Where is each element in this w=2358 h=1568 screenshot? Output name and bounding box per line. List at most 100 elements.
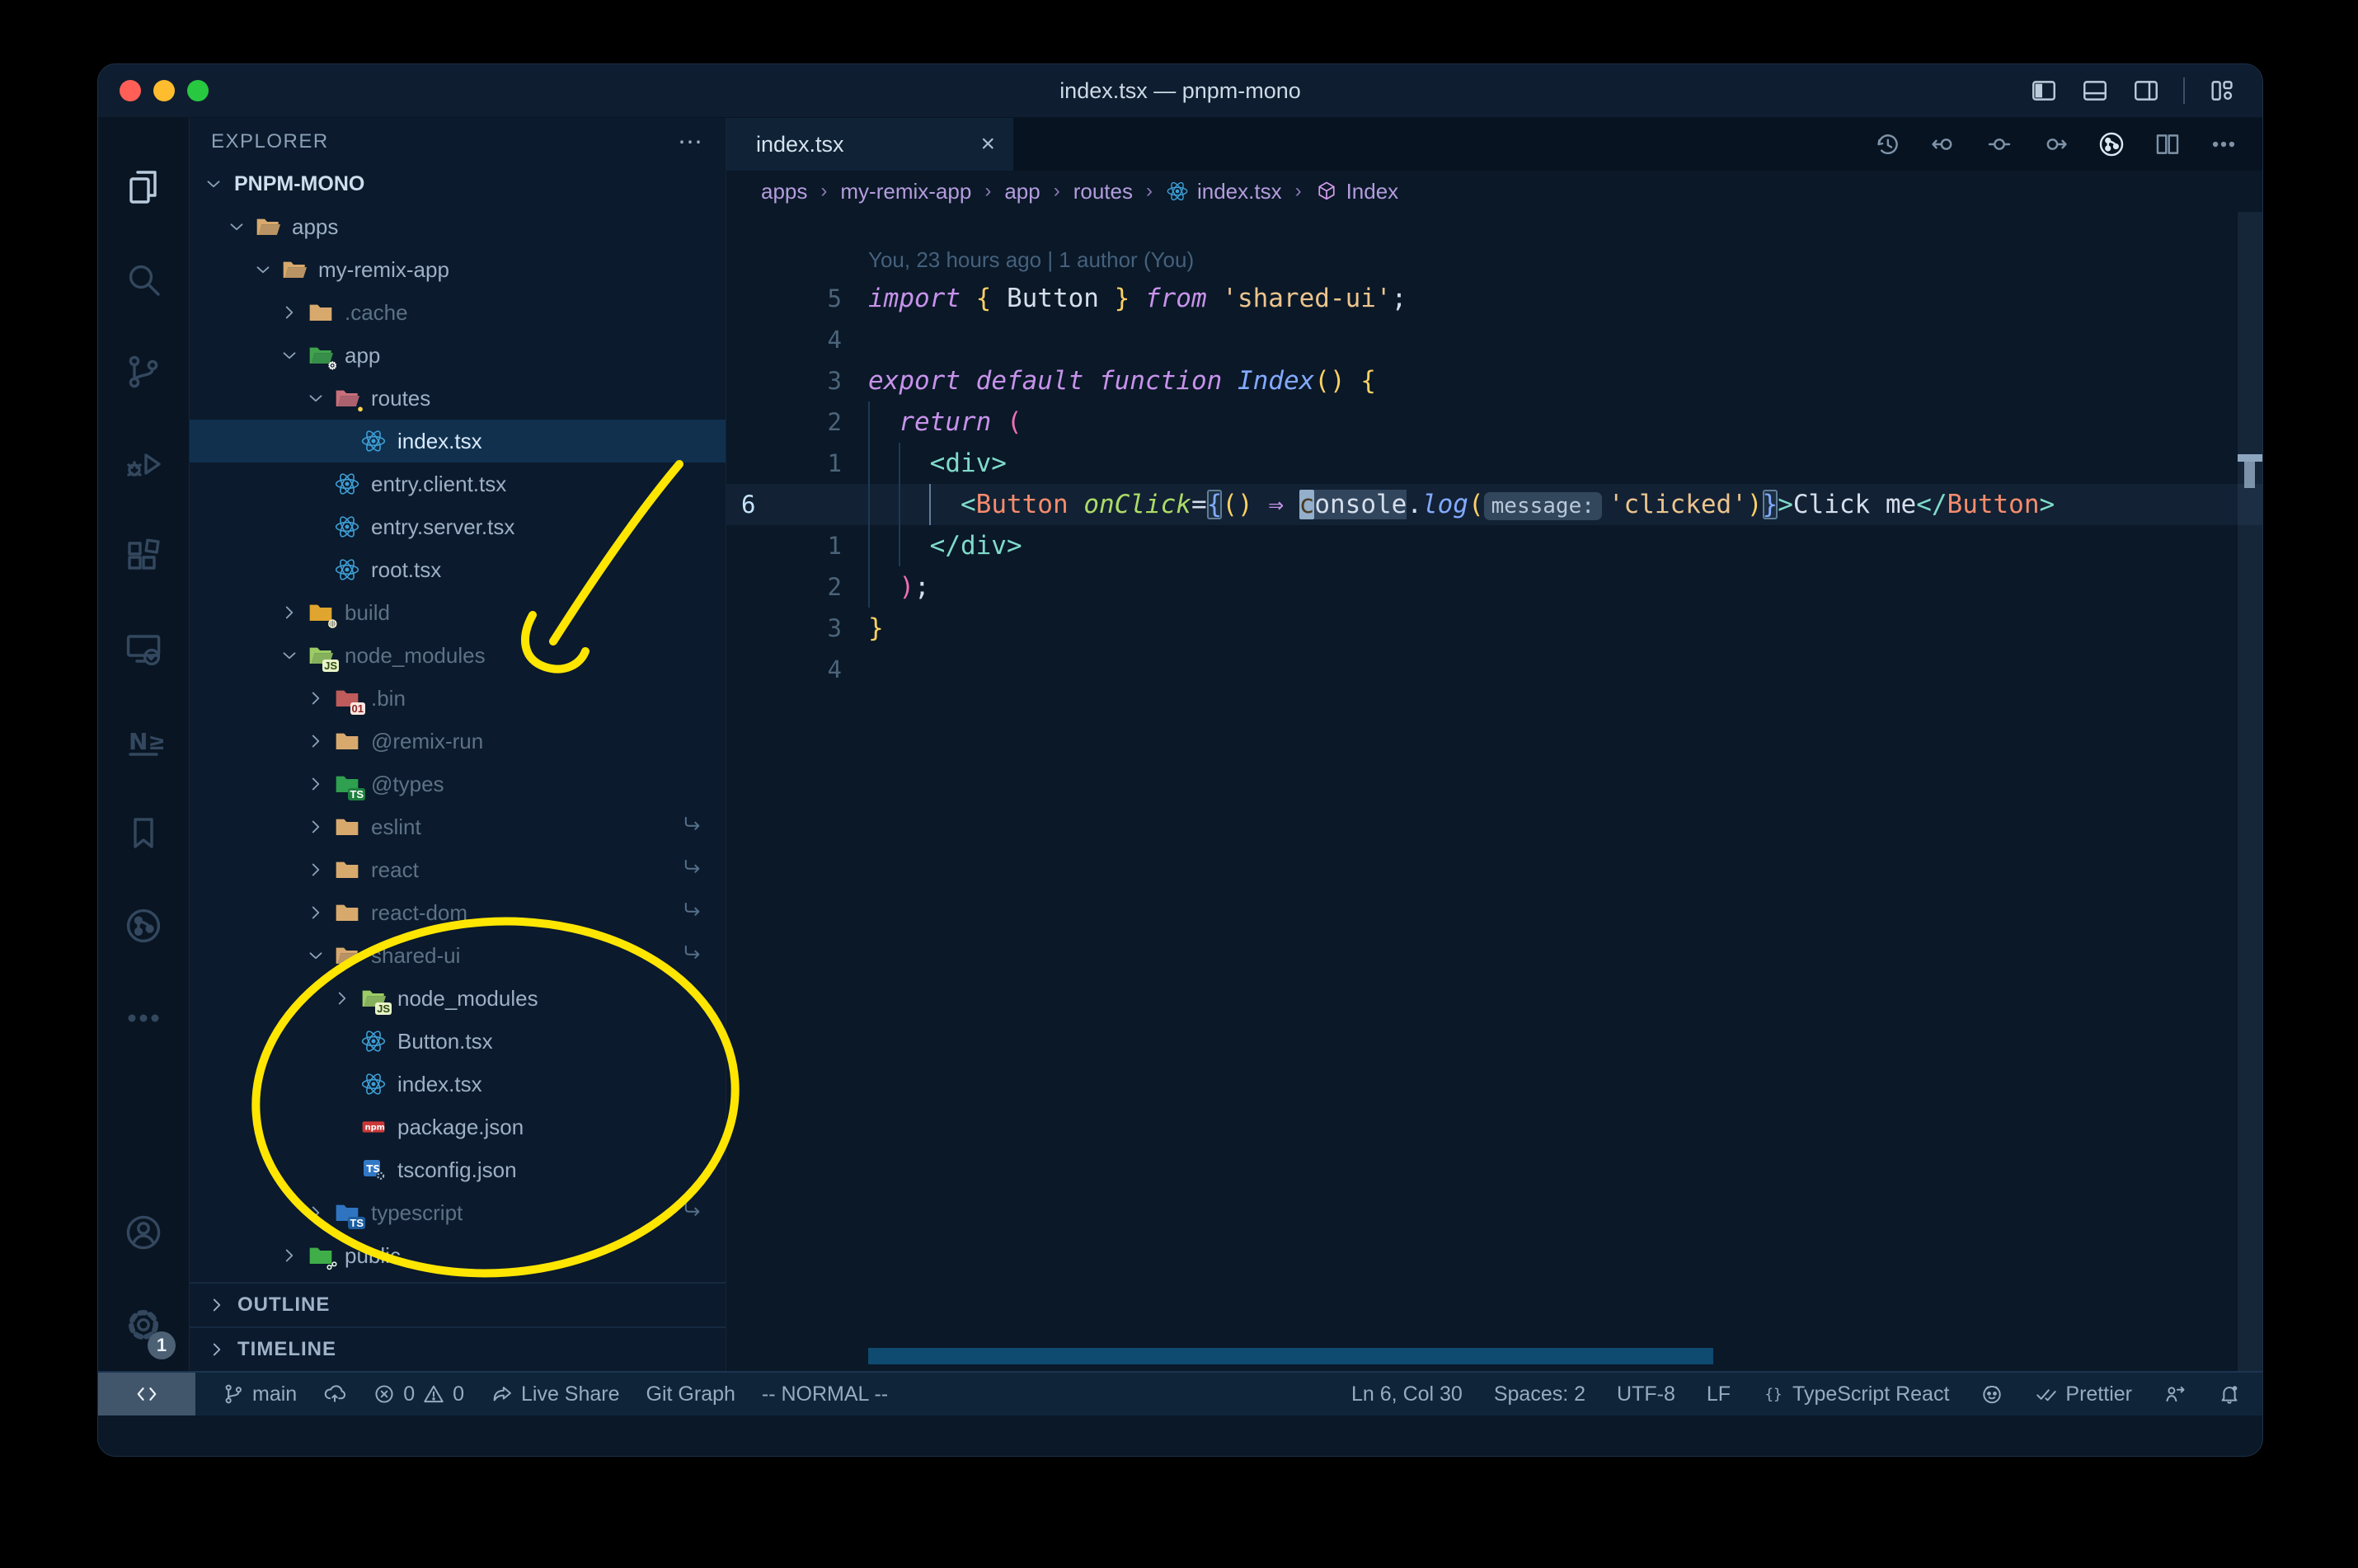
horizontal-scrollbar[interactable]	[868, 1348, 1713, 1364]
tree-item-Button.tsx[interactable]: Button.tsx	[190, 1020, 726, 1063]
status-publish[interactable]	[323, 1383, 346, 1406]
code-line-2[interactable]: 3 export default function Index() {	[726, 360, 2262, 401]
customize-layout-icon[interactable]	[2208, 77, 2236, 105]
code-line-6[interactable]: 1 </div>	[726, 525, 2262, 566]
code-line-current-5[interactable]: 6 <Button onClick={() ⇒ console.log(mess…	[726, 484, 2262, 525]
breadcrumb-item-index.tsx[interactable]: index.tsx	[1166, 179, 1282, 204]
symbol-module-icon	[1315, 180, 1338, 203]
timeline-panel-header[interactable]: TIMELINE	[190, 1326, 726, 1371]
activity-item-remote-explorer[interactable]	[98, 603, 189, 695]
status-copilot[interactable]	[1980, 1383, 2003, 1406]
code-line-4[interactable]: 1 <div>	[726, 443, 2262, 484]
activity-item-more[interactable]	[98, 972, 189, 1064]
tree-item-react[interactable]: react	[190, 848, 726, 891]
tree-item-label: entry.client.tsx	[371, 471, 507, 496]
status-git-graph[interactable]: Git Graph	[646, 1383, 735, 1406]
tree-item-apps[interactable]: apps	[190, 205, 726, 248]
activity-item-accounts[interactable]	[98, 1186, 189, 1279]
tree-item-index.tsx[interactable]: index.tsx	[190, 1063, 726, 1106]
history-icon[interactable]	[1873, 130, 1901, 158]
breadcrumb-item-apps[interactable]: apps	[761, 179, 807, 204]
breadcrumb-item-Index[interactable]: Index	[1315, 179, 1398, 204]
status-problems[interactable]: 00	[373, 1383, 464, 1406]
toggle-sidebar-right-icon[interactable]	[2132, 77, 2160, 105]
breadcrumb-item-routes[interactable]: routes	[1073, 179, 1133, 204]
tree-item-.cache[interactable]: .cache	[190, 291, 726, 334]
center-change-icon[interactable]	[1985, 130, 2013, 158]
tree-item-.bin[interactable]: 01 .bin	[190, 677, 726, 720]
git-graph-action-icon[interactable]	[2097, 130, 2125, 158]
status-indentation[interactable]: Spaces: 2	[1494, 1383, 1585, 1406]
tree-item-entry.server.tsx[interactable]: entry.server.tsx	[190, 505, 726, 548]
tree-item-index.tsx[interactable]: index.tsx	[190, 420, 726, 462]
tree-item-tsconfig.json[interactable]: TS tsconfig.json	[190, 1148, 726, 1191]
activity-item-explorer[interactable]	[98, 141, 189, 233]
activity-item-run-debug[interactable]	[98, 418, 189, 510]
code-editor[interactable]: You, 23 hours ago | 1 author (You) 5 impo…	[726, 212, 2262, 1371]
activity-item-source-control[interactable]	[98, 326, 189, 418]
toggle-panel-icon[interactable]	[2081, 77, 2109, 105]
activity-item-git-graph[interactable]	[98, 880, 189, 972]
tree-item-typescript[interactable]: TS typescript	[190, 1191, 726, 1234]
tree-item-label: @types	[371, 771, 444, 796]
status-eol[interactable]: LF	[1707, 1383, 1731, 1406]
tree-item-node_modules[interactable]: JS node_modules	[190, 634, 726, 677]
status-vim-mode[interactable]: -- NORMAL --	[762, 1383, 888, 1406]
outline-panel-header[interactable]: OUTLINE	[190, 1282, 726, 1326]
activity-item-settings[interactable]: 1	[98, 1279, 189, 1371]
split-editor-icon[interactable]	[2154, 130, 2182, 158]
zoom-window-button[interactable]	[187, 80, 209, 101]
status-encoding[interactable]: UTF-8	[1617, 1383, 1675, 1406]
code-line-3[interactable]: 2 return (	[726, 401, 2262, 443]
tree-item-react-dom[interactable]: react-dom	[190, 891, 726, 934]
tab-index-tsx[interactable]: index.tsx ×	[726, 118, 1013, 171]
indent-guide-active	[929, 484, 931, 525]
code-line-8[interactable]: 3}	[726, 608, 2262, 649]
status-prettier[interactable]: Prettier	[2035, 1383, 2132, 1406]
tree-item-app[interactable]: ⚙ app	[190, 334, 726, 377]
status-live-share[interactable]: Live Share	[491, 1383, 620, 1406]
breadcrumb-item-my-remix-app[interactable]: my-remix-app	[840, 179, 971, 204]
overview-ruler-marker	[2238, 454, 2262, 488]
code-line-1[interactable]: 4	[726, 319, 2262, 360]
activity-item-bookmarks[interactable]	[98, 787, 189, 880]
minimize-window-button[interactable]	[153, 80, 175, 101]
toggle-sidebar-left-icon[interactable]	[2030, 77, 2058, 105]
activity-item-nx-console[interactable]: N≥	[98, 695, 189, 787]
more-actions-icon[interactable]	[2210, 130, 2238, 158]
status-remote-indicator[interactable]	[98, 1373, 195, 1415]
workspace-section[interactable]: PNPM-MONO	[190, 166, 726, 202]
tree-item-node_modules[interactable]: JS node_modules	[190, 977, 726, 1020]
close-tab-icon[interactable]: ×	[980, 130, 995, 158]
activity-item-search[interactable]	[98, 233, 189, 326]
tree-item-@types[interactable]: TS @types	[190, 763, 726, 805]
status-cursor-position[interactable]: Ln 6, Col 30	[1351, 1383, 1463, 1406]
vertical-scrollbar[interactable]	[2238, 212, 2262, 1371]
chevron-right-icon	[303, 815, 328, 839]
tree-item-label: package.json	[397, 1114, 524, 1139]
tree-item-entry.client.tsx[interactable]: entry.client.tsx	[190, 462, 726, 505]
next-change-icon[interactable]	[2041, 130, 2069, 158]
tree-item-my-remix-app[interactable]: my-remix-app	[190, 248, 726, 291]
tree-item-public[interactable]: ☍ public	[190, 1234, 726, 1277]
code-line-9[interactable]: 4	[726, 649, 2262, 690]
tree-item-package.json[interactable]: npm package.json	[190, 1106, 726, 1148]
tree-item-eslint[interactable]: eslint	[190, 805, 726, 848]
code-line-0[interactable]: 5 import { Button } from 'shared-ui';	[726, 278, 2262, 319]
tree-item-build[interactable]: ◍ build	[190, 591, 726, 634]
close-window-button[interactable]	[120, 80, 141, 101]
tree-item-shared-ui[interactable]: shared-ui	[190, 934, 726, 977]
views-more-actions-icon[interactable]: ⋯	[678, 128, 704, 157]
activity-item-extensions[interactable]	[98, 510, 189, 603]
react-icon	[333, 514, 361, 540]
breadcrumb-item-app[interactable]: app	[1004, 179, 1040, 204]
code-line-7[interactable]: 2 );	[726, 566, 2262, 608]
tree-item-routes[interactable]: ● routes	[190, 377, 726, 420]
tree-item-@remix-run[interactable]: @remix-run	[190, 720, 726, 763]
status-branch[interactable]: main	[222, 1383, 297, 1406]
tree-item-root.tsx[interactable]: root.tsx	[190, 548, 726, 591]
status-language[interactable]: {} TypeScript React	[1762, 1383, 1950, 1406]
prev-change-icon[interactable]	[1929, 130, 1957, 158]
status-feedback[interactable]	[2163, 1383, 2187, 1406]
status-notifications[interactable]	[2218, 1383, 2241, 1406]
